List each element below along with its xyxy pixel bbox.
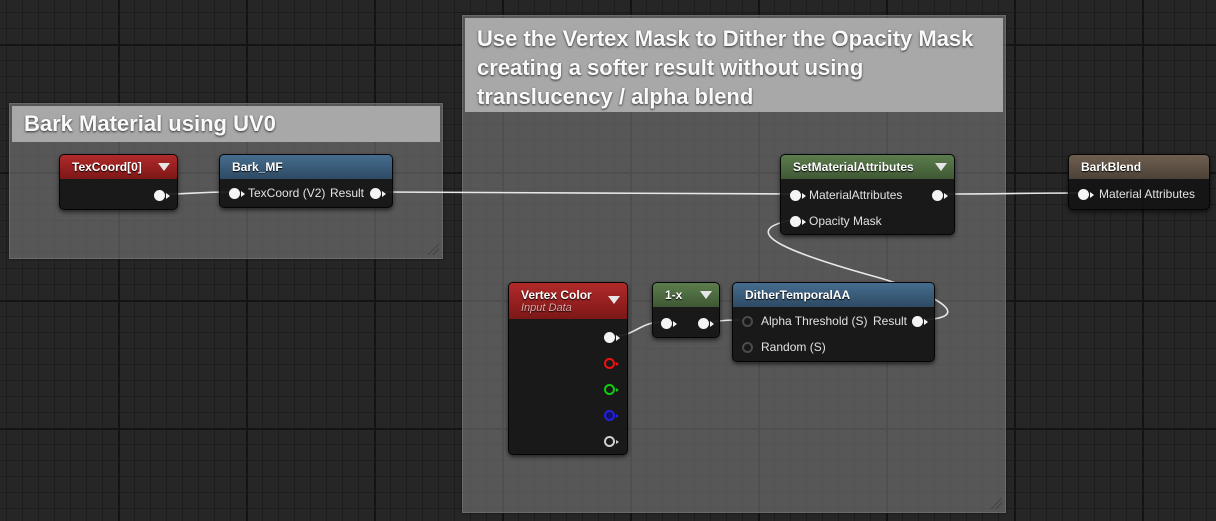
node-title: BarkBlend xyxy=(1081,160,1142,174)
output-pin[interactable] xyxy=(370,188,386,199)
output-pin[interactable] xyxy=(932,190,948,201)
collapse-arrow-icon[interactable] xyxy=(935,163,947,171)
pin-label: Result xyxy=(873,314,908,328)
node-header[interactable]: BarkBlend xyxy=(1069,155,1209,179)
input-pin[interactable] xyxy=(661,318,677,329)
dither-temporal-aa-node[interactable]: DitherTemporalAA Alpha Threshold (S) Res… xyxy=(732,282,935,362)
node-header[interactable]: DitherTemporalAA xyxy=(733,283,934,307)
pin-label: Result xyxy=(330,186,365,200)
output-pin-r[interactable] xyxy=(604,358,619,369)
comment-title[interactable]: Bark Material using UV0 xyxy=(12,106,440,142)
comment-title[interactable]: Use the Vertex Mask to Dither the Opacit… xyxy=(465,18,1003,112)
vertex-color-node[interactable]: Vertex Color Input Data xyxy=(508,282,628,455)
input-pin[interactable] xyxy=(790,216,806,227)
node-title: DitherTemporalAA xyxy=(745,288,851,302)
pin-label: MaterialAttributes xyxy=(809,188,903,202)
output-pin-b[interactable] xyxy=(604,410,619,421)
resize-grip-icon[interactable] xyxy=(990,497,1002,509)
collapse-arrow-icon[interactable] xyxy=(700,291,712,299)
node-subtitle: Input Data xyxy=(521,302,572,314)
pin-label: Alpha Threshold (S) xyxy=(761,314,868,328)
node-header[interactable]: Bark_MF xyxy=(220,155,392,179)
bark-mf-node[interactable]: Bark_MF TexCoord (V2) Result xyxy=(219,154,393,208)
output-pin-g[interactable] xyxy=(604,384,619,395)
output-pin[interactable] xyxy=(698,318,714,329)
node-title: Bark_MF xyxy=(232,160,283,174)
bark-blend-node[interactable]: BarkBlend Material Attributes xyxy=(1068,154,1210,210)
node-title: Vertex Color xyxy=(521,288,592,302)
output-pin[interactable] xyxy=(912,316,928,327)
pin-label: Opacity Mask xyxy=(809,214,882,228)
collapse-arrow-icon[interactable] xyxy=(158,163,170,171)
node-header[interactable]: 1-x xyxy=(653,283,719,307)
input-pin[interactable] xyxy=(790,190,806,201)
node-header[interactable]: TexCoord[0] xyxy=(60,155,177,179)
texcoord-node[interactable]: TexCoord[0] xyxy=(59,154,178,210)
pin-label: Material Attributes xyxy=(1099,187,1196,201)
node-header[interactable]: SetMaterialAttributes xyxy=(781,155,954,179)
input-pin[interactable] xyxy=(742,342,753,353)
input-pin[interactable] xyxy=(1078,189,1094,200)
output-pin-a[interactable] xyxy=(604,436,619,447)
collapse-arrow-icon[interactable] xyxy=(608,296,620,304)
output-pin[interactable] xyxy=(154,190,170,201)
node-header[interactable]: Vertex Color Input Data xyxy=(509,283,627,319)
pin-label: TexCoord (V2) xyxy=(248,186,326,200)
set-material-attributes-node[interactable]: SetMaterialAttributes MaterialAttributes… xyxy=(780,154,955,235)
node-title: TexCoord[0] xyxy=(72,160,142,174)
resize-grip-icon[interactable] xyxy=(427,243,439,255)
input-pin[interactable] xyxy=(229,188,245,199)
output-pin-rgb[interactable] xyxy=(604,332,620,343)
one-minus-node[interactable]: 1-x xyxy=(652,282,720,338)
pin-label: Random (S) xyxy=(761,340,826,354)
input-pin[interactable] xyxy=(742,316,753,327)
node-title: 1-x xyxy=(665,288,683,302)
node-title: SetMaterialAttributes xyxy=(793,160,914,174)
